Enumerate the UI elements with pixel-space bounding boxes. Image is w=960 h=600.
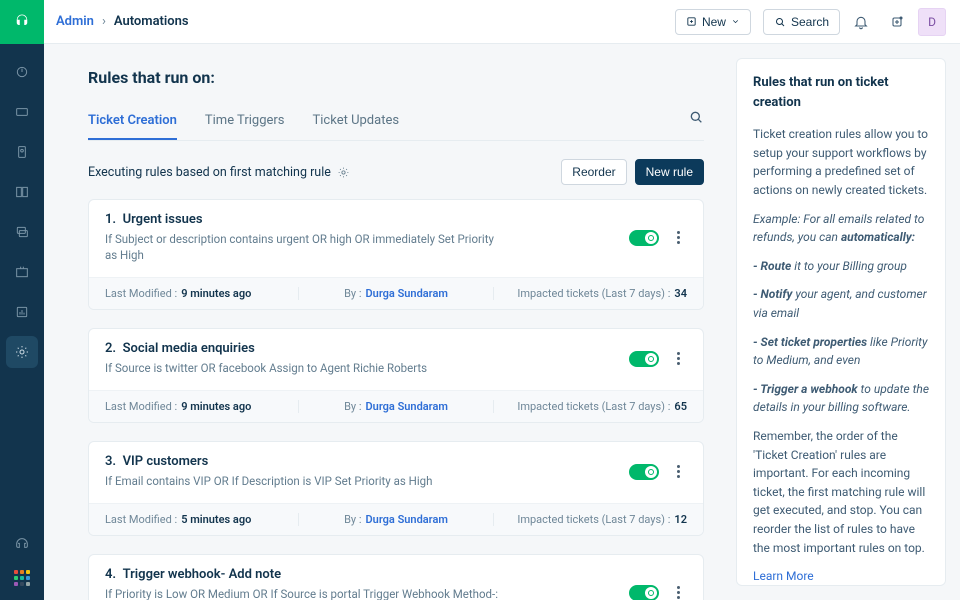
rule-description: If Subject or description contains urgen… (105, 231, 505, 263)
nav-tickets-icon[interactable] (6, 96, 38, 128)
chevron-right-icon: › (102, 14, 106, 29)
new-rule-button[interactable]: New rule (635, 159, 704, 185)
rule-toggle[interactable] (629, 585, 659, 600)
gear-icon[interactable] (337, 166, 350, 179)
app-logo[interactable] (0, 0, 44, 44)
topbar: Admin › Automations New Search D (44, 0, 960, 44)
notifications-icon[interactable] (846, 7, 876, 37)
help-panel: Rules that run on ticket creation Ticket… (736, 58, 946, 586)
nav-apps-icon[interactable] (14, 570, 30, 586)
nav-solutions-icon[interactable] (6, 176, 38, 208)
rule-card[interactable]: 2. Social media enquiries If Source is t… (88, 328, 704, 423)
rule-description: If Source is twitter OR facebook Assign … (105, 360, 505, 376)
tab-ticket-updates[interactable]: Ticket Updates (313, 105, 400, 140)
nav-contacts-icon[interactable] (6, 136, 38, 168)
tab-time-triggers[interactable]: Time Triggers (205, 105, 285, 140)
nav-reports-icon[interactable] (6, 296, 38, 328)
kebab-icon[interactable] (669, 586, 687, 599)
rule-card[interactable]: 1. Urgent issues If Subject or descripti… (88, 199, 704, 310)
rule-title: 1. Urgent issues (105, 212, 629, 227)
rule-author-link[interactable]: Durga Sundaram (366, 287, 448, 300)
learn-more-link[interactable]: Learn More (753, 569, 814, 583)
rule-toggle[interactable] (629, 230, 659, 246)
nav-support-icon[interactable] (6, 528, 38, 560)
new-button[interactable]: New (675, 9, 751, 35)
avatar[interactable]: D (918, 8, 946, 36)
rule-card[interactable]: 3. VIP customers If Email contains VIP O… (88, 441, 704, 536)
search-button[interactable]: Search (763, 9, 840, 35)
breadcrumb: Admin › Automations (56, 14, 189, 29)
tabs: Ticket Creation Time Triggers Ticket Upd… (88, 105, 704, 141)
rule-description: If Priority is Low OR Medium OR If Sourc… (105, 586, 505, 600)
tab-ticket-creation[interactable]: Ticket Creation (88, 105, 177, 140)
rule-title: 2. Social media enquiries (105, 341, 629, 356)
rule-description: If Email contains VIP OR If Description … (105, 473, 505, 489)
breadcrumb-root[interactable]: Admin (56, 14, 94, 29)
help-title: Rules that run on ticket creation (753, 73, 929, 113)
rule-title: 3. VIP customers (105, 454, 629, 469)
kebab-icon[interactable] (669, 465, 687, 478)
kebab-icon[interactable] (669, 231, 687, 244)
nav-admin-icon[interactable] (6, 336, 38, 368)
rule-toggle[interactable] (629, 351, 659, 367)
nav-dashboard-icon[interactable] (6, 56, 38, 88)
rule-title: 4. Trigger webhook- Add note (105, 567, 629, 582)
page-title: Rules that run on: (88, 68, 704, 87)
rule-author-link[interactable]: Durga Sundaram (366, 513, 448, 526)
kebab-icon[interactable] (669, 352, 687, 365)
execution-mode-label: Executing rules based on first matching … (88, 165, 350, 180)
reorder-button[interactable]: Reorder (561, 159, 626, 185)
search-icon[interactable] (688, 109, 704, 137)
breadcrumb-current: Automations (114, 14, 189, 29)
nav-forums-icon[interactable] (6, 216, 38, 248)
nav-analytics-icon[interactable] (6, 256, 38, 288)
rule-card[interactable]: 4. Trigger webhook- Add note If Priority… (88, 554, 704, 600)
rule-toggle[interactable] (629, 464, 659, 480)
whatsnew-icon[interactable] (882, 7, 912, 37)
rule-author-link[interactable]: Durga Sundaram (366, 400, 448, 413)
left-nav (0, 0, 44, 600)
